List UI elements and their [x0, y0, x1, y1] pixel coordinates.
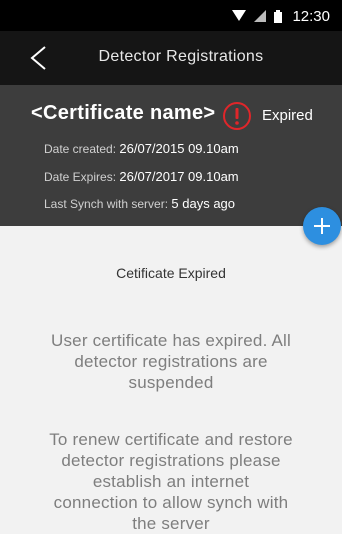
date-created-value: 26/07/2015 09.10am — [119, 141, 239, 156]
wifi-icon — [232, 10, 247, 21]
expired-message-line: User certificate has expired. All — [51, 331, 291, 350]
battery-icon — [274, 9, 283, 23]
renew-instructions-line: connection to allow synch with — [53, 493, 289, 512]
date-expires-label: Date Expires: — [44, 170, 117, 184]
date-created-label: Date created: — [44, 142, 117, 156]
expired-message-line: detector registrations are — [74, 352, 268, 371]
date-expires-value: 26/07/2017 09.10am — [119, 169, 239, 184]
page-title: Detector Registrations — [98, 48, 264, 65]
add-registration-button[interactable] — [303, 207, 341, 245]
renew-instructions-line: establish an internet — [92, 472, 250, 491]
certificate-card: <Certificate name> Expired Date created:… — [0, 85, 342, 226]
status-time: 12:30 — [292, 7, 330, 25]
signal-icon — [254, 10, 267, 22]
date-expires-row: Date Expires: 26/07/2017 09.10am — [44, 169, 239, 184]
renew-instructions-line: the server — [132, 514, 210, 533]
alert-circle-icon — [223, 102, 251, 130]
renew-instructions-line: To renew certificate and restore — [49, 430, 293, 449]
status-bar: 12:30 — [0, 0, 342, 31]
renew-instructions-line: detector registrations please — [61, 451, 281, 470]
app-bar: Detector Registrations — [0, 31, 342, 85]
last-synch-value: 5 days ago — [171, 196, 236, 211]
expired-message-panel: Cetificate Expired User certificate has … — [0, 226, 342, 533]
last-synch-row: Last Synch with server: 5 days ago — [44, 196, 235, 211]
certificate-name: <Certificate name> — [31, 102, 216, 124]
renew-instructions: To renew certificate and restore detecto… — [20, 429, 322, 534]
date-created-row: Date created: 26/07/2015 09.10am — [44, 141, 239, 156]
certificate-status: Expired — [262, 107, 313, 124]
plus-icon — [314, 218, 330, 234]
last-synch-label: Last Synch with server: — [44, 197, 169, 211]
expired-message: User certificate has expired. All detect… — [20, 330, 322, 393]
expired-heading: Cetificate Expired — [116, 265, 226, 281]
status-icons: 12:30 — [232, 7, 330, 25]
expired-message-line: suspended — [128, 373, 214, 392]
